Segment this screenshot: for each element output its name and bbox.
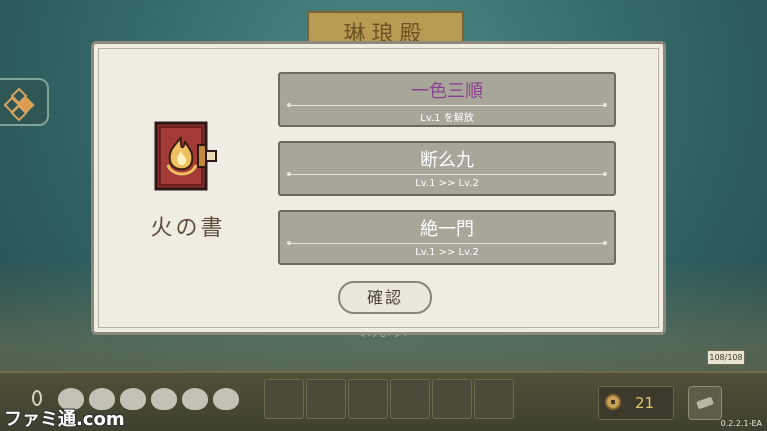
- coin-count: 21: [635, 394, 655, 412]
- coin-icon: [605, 394, 621, 410]
- fire-book-icon: [154, 121, 217, 191]
- item-slot[interactable]: [348, 379, 388, 419]
- option-tanyao[interactable]: 断么九 Lv.1 >> Lv.2: [278, 141, 616, 196]
- book-name: 火の書: [150, 216, 226, 241]
- side-menu-button[interactable]: [0, 78, 49, 126]
- watermark: ファミ通.com: [4, 409, 125, 430]
- item-slot[interactable]: [432, 379, 472, 419]
- version-label: 0.2.2.1-EA: [720, 419, 762, 428]
- option-ittsu-sanjun[interactable]: 一色三順 Lv.1 を解放: [278, 72, 616, 127]
- coin-display: 21: [598, 386, 674, 420]
- option-divider: [287, 103, 607, 107]
- item-slot[interactable]: [474, 379, 514, 419]
- placeholder-tile: [182, 388, 208, 410]
- option-subtitle: Lv.1 を解放: [420, 113, 474, 124]
- item-slot[interactable]: [306, 379, 346, 419]
- item-slots: [264, 379, 514, 419]
- placeholder-tile: [151, 388, 177, 410]
- item-slot[interactable]: [264, 379, 304, 419]
- confirm-button[interactable]: 確認: [338, 281, 432, 314]
- option-title: 断么九: [420, 150, 474, 171]
- item-slot[interactable]: [390, 379, 430, 419]
- ticket-button[interactable]: [688, 386, 722, 420]
- option-subtitle: Lv.1 >> Lv.2: [415, 178, 479, 189]
- option-divider: [287, 172, 607, 176]
- option-title: 絶一門: [420, 219, 474, 240]
- option-subtitle: Lv.1 >> Lv.2: [415, 247, 479, 258]
- option-title: 一色三順: [411, 81, 483, 102]
- option-zetsu-ichimon[interactable]: 絶一門 Lv.1 >> Lv.2: [278, 210, 616, 265]
- gem-icon: [32, 390, 42, 406]
- placeholder-tile: [213, 388, 239, 410]
- deck-counter: 108/108: [707, 350, 745, 365]
- option-divider: [287, 241, 607, 245]
